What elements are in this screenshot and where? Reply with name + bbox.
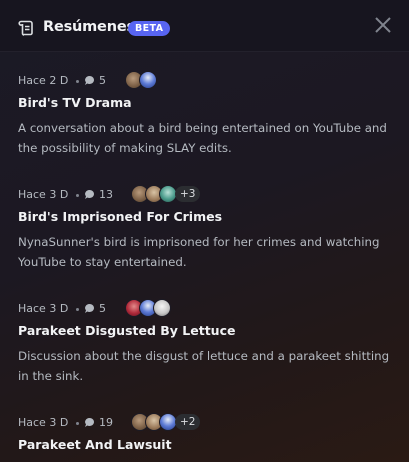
summary-description: NynaSunner's bird is imprisoned for her … <box>18 235 380 269</box>
message-bubble-icon <box>85 304 94 313</box>
summary-item[interactable]: Hace 3 D 19 +2 Parakeet And Lawsuit <box>18 413 398 452</box>
summary-item[interactable]: Hace 3 D 13 +3 Bird's Imprisoned For Cri… <box>18 185 398 269</box>
summary-meta: Hace 2 D 5 <box>18 71 398 91</box>
summary-item[interactable]: Hace 3 D 5 Parakeet Disgusted By Lettuce… <box>18 299 398 383</box>
separator-dot <box>76 422 79 425</box>
message-count: 13 <box>99 188 113 201</box>
close-icon[interactable] <box>372 14 394 36</box>
separator-dot <box>76 194 79 197</box>
summary-timestamp: Hace 3 D <box>18 416 69 429</box>
separator-dot <box>76 308 79 311</box>
scroll-icon <box>18 20 33 36</box>
summary-title: Parakeet Disgusted By Lettuce <box>18 323 236 338</box>
summary-description: Discussion about the disgust of lettuce … <box>18 349 390 383</box>
summary-timestamp: Hace 2 D <box>18 74 69 87</box>
summary-meta: Hace 3 D 19 +2 <box>18 413 398 433</box>
message-bubble-icon <box>85 76 94 85</box>
more-participants-badge: +2 <box>175 414 201 430</box>
avatar <box>153 299 171 317</box>
message-count: 19 <box>99 416 113 429</box>
message-count: 5 <box>99 302 106 315</box>
summary-timestamp: Hace 3 D <box>18 188 69 201</box>
summary-meta: Hace 3 D 13 +3 <box>18 185 398 205</box>
summary-item[interactable]: Hace 2 D 5 Bird's TV Drama A conversatio… <box>18 71 398 155</box>
summary-title: Bird's TV Drama <box>18 95 132 110</box>
message-count: 5 <box>99 74 106 87</box>
summaries-panel: Resúmenes BETA Hace 2 D 5 Bird's TV Dram… <box>0 0 409 462</box>
panel-title: Resúmenes <box>43 19 135 35</box>
more-participants-badge: +3 <box>175 186 201 202</box>
summary-description: A conversation about a bird being entert… <box>18 121 387 155</box>
separator-dot <box>76 80 79 83</box>
beta-badge: BETA <box>128 21 171 36</box>
message-bubble-icon <box>85 418 94 427</box>
message-bubble-icon <box>85 190 94 199</box>
summary-meta: Hace 3 D 5 <box>18 299 398 319</box>
summary-title: Parakeet And Lawsuit <box>18 437 172 452</box>
summary-title: Bird's Imprisoned For Crimes <box>18 209 223 224</box>
panel-header: Resúmenes BETA <box>0 0 409 52</box>
avatar <box>139 71 157 89</box>
summary-timestamp: Hace 3 D <box>18 302 69 315</box>
